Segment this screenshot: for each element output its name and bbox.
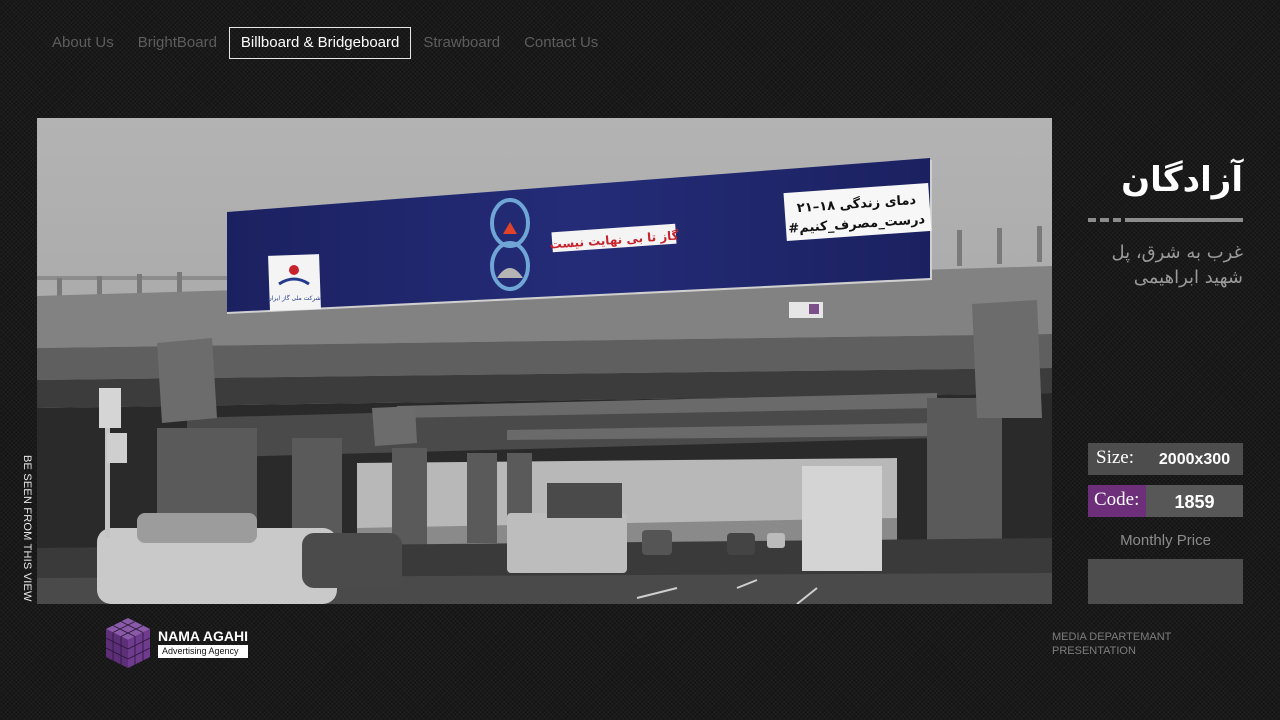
nav-billboard-bridgeboard[interactable]: Billboard & Bridgeboard: [228, 27, 412, 59]
size-label: Size:: [1088, 443, 1146, 475]
footer-line2: PRESENTATION: [1052, 645, 1136, 657]
code-value: 1859: [1146, 485, 1243, 517]
nav-about-us[interactable]: About Us: [40, 27, 126, 59]
nav-brightboard[interactable]: BrightBoard: [126, 27, 229, 59]
cube-logo-icon: [105, 618, 151, 668]
brand-logo[interactable]: NAMA AGAHI Advertising Agency: [104, 616, 248, 670]
footer-line1: MEDIA DEPARTEMANT: [1052, 631, 1172, 643]
brand-tagline: Advertising Agency: [158, 645, 248, 658]
monthly-price-label: Monthly Price: [1120, 532, 1211, 549]
view-note: BE SEEN FROM THIS VIEW: [21, 455, 33, 602]
size-value: 2000x300: [1146, 443, 1243, 475]
code-label: Code:: [1088, 485, 1146, 517]
monthly-price-value: [1088, 559, 1243, 604]
size-spec: Size: 2000x300: [1088, 443, 1243, 475]
location-title: آزادگان: [1121, 160, 1243, 200]
brand-name: NAMA AGAHI: [158, 628, 248, 644]
code-spec: Code: 1859: [1088, 485, 1243, 517]
billboard-company: شرکت ملی گاز ایران: [267, 294, 320, 302]
billboard-photo: شرکت ملی گاز ایران گاز تا بی نهایت نیست …: [37, 118, 1052, 604]
location-subtitle: غرب به شرق، پل شهید ابراهیمی: [1111, 242, 1243, 288]
main-nav: About Us BrightBoard Billboard & Bridgeb…: [40, 27, 610, 59]
location-panel: آزادگان غرب به شرق، پل شهید ابراهیمی: [1088, 150, 1243, 290]
billboard-photo-illustration: شرکت ملی گاز ایران گاز تا بی نهایت نیست …: [37, 118, 1052, 604]
nav-strawboard[interactable]: Strawboard: [411, 27, 512, 59]
title-divider: [1088, 218, 1243, 222]
nav-contact-us[interactable]: Contact Us: [512, 27, 610, 59]
footer-note: MEDIA DEPARTEMANT PRESENTATION: [1052, 630, 1171, 658]
